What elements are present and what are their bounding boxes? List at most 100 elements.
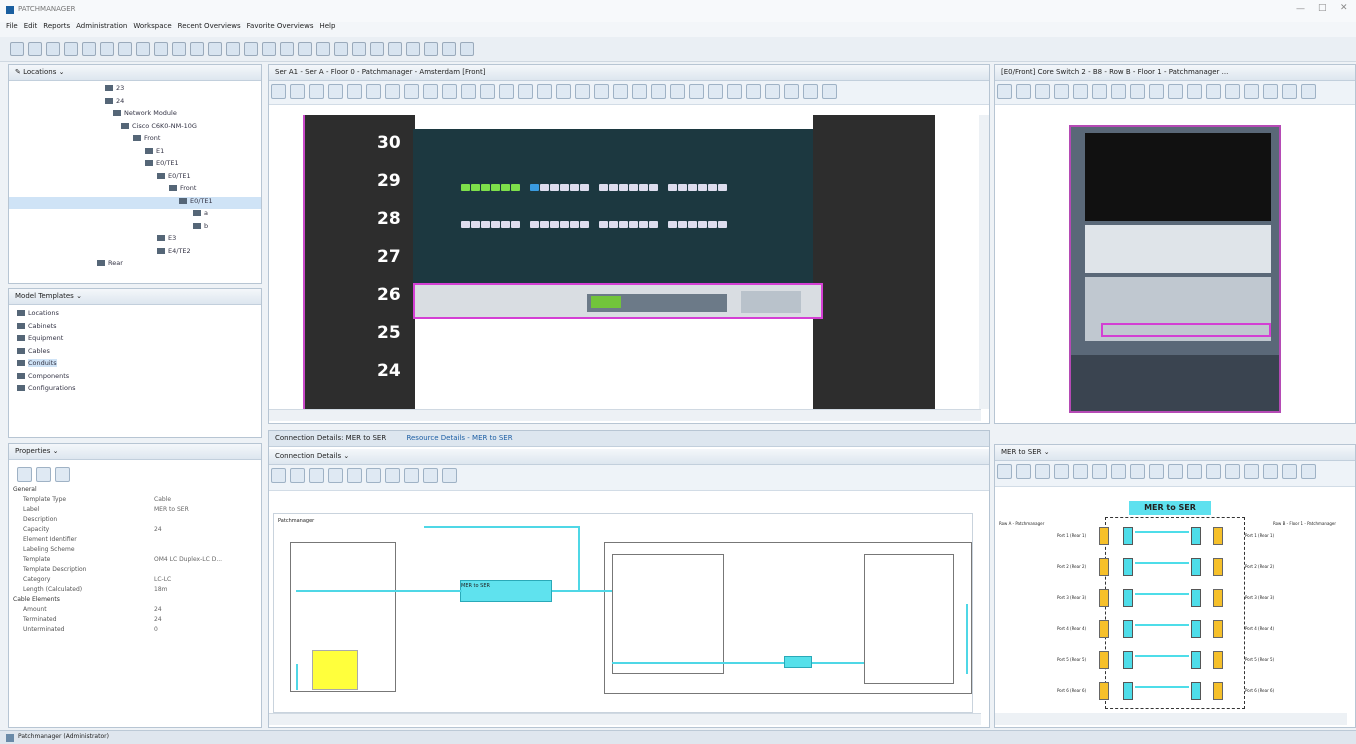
mer-tool-icon[interactable] xyxy=(1130,464,1145,479)
tree-node[interactable]: E1 xyxy=(9,147,261,160)
mer-fiber-right[interactable] xyxy=(1191,682,1201,700)
patch-port[interactable] xyxy=(511,184,520,191)
toolbar-button-icon[interactable] xyxy=(406,42,420,56)
toolbar-button-icon[interactable] xyxy=(442,42,456,56)
connection-tool-icon[interactable] xyxy=(385,468,400,483)
patch-port[interactable] xyxy=(530,184,539,191)
patch-port[interactable] xyxy=(639,221,648,228)
tree-node[interactable]: Rear xyxy=(9,259,261,272)
sort-icon[interactable] xyxy=(17,467,32,482)
connection-tool-icon[interactable] xyxy=(271,468,286,483)
model-template-item[interactable]: Configurations xyxy=(17,384,261,397)
toolbar-button-icon[interactable] xyxy=(262,42,276,56)
patch-port[interactable] xyxy=(698,184,707,191)
minimize-icon[interactable]: — xyxy=(1296,4,1305,14)
switch-tool-icon[interactable] xyxy=(1130,84,1145,99)
connection-tool-icon[interactable] xyxy=(423,468,438,483)
rack-tool-icon[interactable] xyxy=(708,84,723,99)
mer-fiber-left[interactable] xyxy=(1123,620,1133,638)
mer-tool-icon[interactable] xyxy=(1092,464,1107,479)
tree-node[interactable]: E0/TE1 xyxy=(9,159,261,172)
diagram-cabinet-right[interactable] xyxy=(864,554,954,684)
patch-port[interactable] xyxy=(678,221,687,228)
tree-node[interactable]: 23 xyxy=(9,84,261,97)
patch-port[interactable] xyxy=(708,184,717,191)
connection-tool-icon[interactable] xyxy=(290,468,305,483)
patch-port[interactable] xyxy=(718,184,727,191)
patch-port[interactable] xyxy=(530,221,539,228)
tree-node[interactable]: E0/TE1 xyxy=(9,172,261,185)
patch-port[interactable] xyxy=(609,221,618,228)
switch-tool-icon[interactable] xyxy=(1282,84,1297,99)
rack-tool-icon[interactable] xyxy=(366,84,381,99)
menu-item[interactable]: Help xyxy=(319,22,335,30)
rack-tool-icon[interactable] xyxy=(575,84,590,99)
mer-fiber-right[interactable] xyxy=(1191,589,1201,607)
mer-fiber-right[interactable] xyxy=(1191,527,1201,545)
menu-item[interactable]: Recent Overviews xyxy=(178,22,241,30)
rack-tool-icon[interactable] xyxy=(651,84,666,99)
patch-port[interactable] xyxy=(619,184,628,191)
tree-node[interactable]: E3 xyxy=(9,234,261,247)
tab-connection-details[interactable]: Connection Details: MER to SER xyxy=(275,434,386,442)
patch-port[interactable] xyxy=(688,184,697,191)
patch-port[interactable] xyxy=(678,184,687,191)
patch-port[interactable] xyxy=(550,184,559,191)
mer-port-left[interactable] xyxy=(1099,589,1109,607)
patch-port[interactable] xyxy=(609,184,618,191)
switch-tool-icon[interactable] xyxy=(1092,84,1107,99)
model-template-item[interactable]: Equipment xyxy=(17,334,261,347)
tree-node[interactable]: Front xyxy=(9,184,261,197)
connection-scrollbar[interactable] xyxy=(269,713,981,725)
connection-tool-icon[interactable] xyxy=(404,468,419,483)
model-template-item[interactable]: Cabinets xyxy=(17,322,261,335)
switch-tool-icon[interactable] xyxy=(1206,84,1221,99)
connection-tool-icon[interactable] xyxy=(328,468,343,483)
patch-port[interactable] xyxy=(461,184,470,191)
rack-tool-icon[interactable] xyxy=(746,84,761,99)
switch-tool-icon[interactable] xyxy=(1016,84,1031,99)
mer-tool-icon[interactable] xyxy=(1111,464,1126,479)
tab-resource-details[interactable]: Resource Details - MER to SER xyxy=(406,434,512,442)
model-template-item[interactable]: Conduits xyxy=(17,359,261,372)
rack-tool-icon[interactable] xyxy=(822,84,837,99)
toolbar-button-icon[interactable] xyxy=(82,42,96,56)
toolbar-button-icon[interactable] xyxy=(244,42,258,56)
mer-port-left[interactable] xyxy=(1099,527,1109,545)
toolbar-button-icon[interactable] xyxy=(190,42,204,56)
rack-vertical-scrollbar[interactable] xyxy=(979,115,989,409)
switch-tool-icon[interactable] xyxy=(1263,84,1278,99)
maximize-icon[interactable]: □ xyxy=(1318,3,1327,13)
mer-tool-icon[interactable] xyxy=(1073,464,1088,479)
rack-tool-icon[interactable] xyxy=(404,84,419,99)
category-icon[interactable] xyxy=(36,467,51,482)
connection-tool-icon[interactable] xyxy=(442,468,457,483)
mer-tool-icon[interactable] xyxy=(1206,464,1221,479)
mer-fiber-left[interactable] xyxy=(1123,558,1133,576)
diagram-junction[interactable] xyxy=(784,656,812,668)
patch-port[interactable] xyxy=(550,221,559,228)
patch-port[interactable] xyxy=(649,221,658,228)
patch-port[interactable] xyxy=(629,221,638,228)
model-template-item[interactable]: Components xyxy=(17,372,261,385)
patch-port[interactable] xyxy=(629,184,638,191)
patch-port[interactable] xyxy=(481,184,490,191)
toolbar-button-icon[interactable] xyxy=(118,42,132,56)
mer-port-left[interactable] xyxy=(1099,651,1109,669)
patch-port[interactable] xyxy=(511,221,520,228)
toolbar-button-icon[interactable] xyxy=(370,42,384,56)
mer-port-right[interactable] xyxy=(1213,558,1223,576)
switch-unit-26[interactable] xyxy=(413,283,823,319)
rack-tool-icon[interactable] xyxy=(499,84,514,99)
switch-tool-icon[interactable] xyxy=(1244,84,1259,99)
patch-port[interactable] xyxy=(649,184,658,191)
mer-fiber-left[interactable] xyxy=(1123,589,1133,607)
patch-port[interactable] xyxy=(619,221,628,228)
chassis-image[interactable] xyxy=(1069,125,1281,413)
model-template-item[interactable]: Locations xyxy=(17,309,261,322)
tree-node[interactable]: E4/TE2 xyxy=(9,247,261,260)
patch-port[interactable] xyxy=(481,221,490,228)
switch-tool-icon[interactable] xyxy=(1111,84,1126,99)
mer-port-left[interactable] xyxy=(1099,620,1109,638)
tree-node[interactable]: a xyxy=(9,209,261,222)
